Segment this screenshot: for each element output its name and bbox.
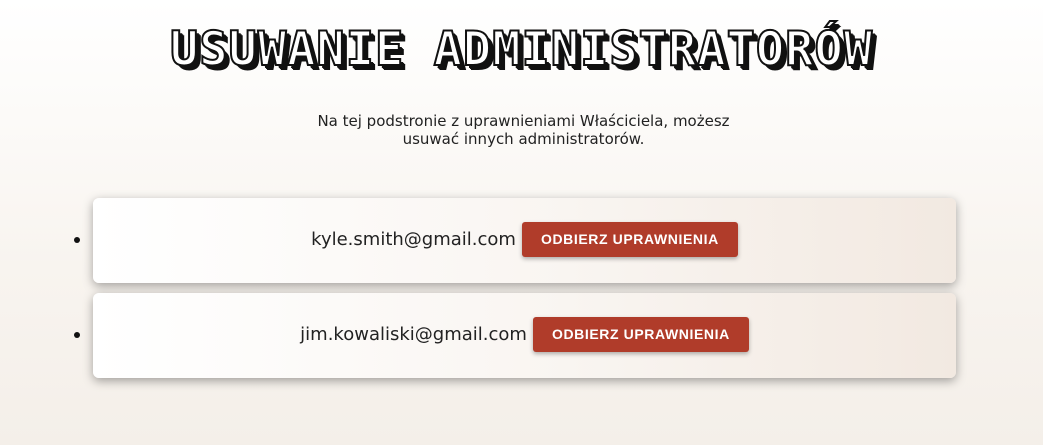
admin-row-content: kyle.smith@gmail.com ODBIERZ UPRAWNIENIA [311,222,738,257]
revoke-permissions-button[interactable]: ODBIERZ UPRAWNIENIA [532,317,749,352]
page-description: Na tej podstronie z uprawnieniami Właści… [317,112,730,148]
revoke-permissions-button[interactable]: ODBIERZ UPRAWNIENIA [521,222,738,257]
list-bullet-icon [74,332,80,338]
admin-list-item: kyle.smith@gmail.com ODBIERZ UPRAWNIENIA [74,198,956,283]
list-bullet-icon [74,237,80,243]
admin-list-item: jim.kowaliski@gmail.com ODBIERZ UPRAWNIE… [74,293,956,378]
admin-email: kyle.smith@gmail.com [311,229,516,250]
page-title: USUWANIE ADMINISTRATORÓW [169,21,874,78]
admin-email: jim.kowaliski@gmail.com [300,324,527,345]
admin-row-content: jim.kowaliski@gmail.com ODBIERZ UPRAWNIE… [300,317,749,352]
